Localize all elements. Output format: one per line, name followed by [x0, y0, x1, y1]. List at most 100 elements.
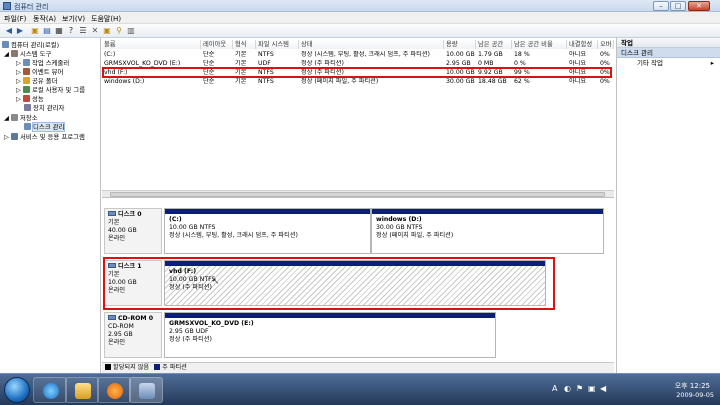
menu-action[interactable]: 동작(A)	[33, 14, 56, 24]
table-cell: 아니요	[569, 78, 587, 85]
table-cell: 단순	[203, 78, 215, 85]
expand-arrow-icon[interactable]: ▷	[16, 77, 23, 85]
column-header[interactable]: 볼륨	[102, 40, 201, 49]
table-row[interactable]: GRMSXVOL_KO_DVD (E:) 단순 기본 UDF 정상 (주 파티션) 2.9…	[102, 60, 614, 68]
tree-task-scheduler[interactable]: ▷ 작업 스케줄러	[16, 59, 69, 68]
tree-shared-folders[interactable]: ▷ 공유 폴더	[16, 77, 58, 86]
menu-help[interactable]: 도움말(H)	[91, 14, 121, 24]
ime-indicator[interactable]: A	[552, 384, 557, 393]
actions-more[interactable]: 기타 작업 ▸	[617, 58, 720, 68]
column-header[interactable]: 상태	[299, 40, 444, 49]
taskbar-computer-management[interactable]	[129, 377, 163, 403]
device-manager-icon	[24, 104, 31, 111]
collapse-arrow-icon[interactable]: ◢	[4, 114, 11, 122]
column-header[interactable]: 오버	[598, 40, 614, 49]
actions-pane: 작업 디스크 관리 기타 작업 ▸	[616, 38, 720, 373]
column-header[interactable]: 레이아웃	[201, 40, 233, 49]
taskbar-media-player[interactable]	[97, 377, 131, 403]
disk-status: 온라인	[108, 235, 126, 242]
list-view-icon[interactable]: ☰	[78, 26, 88, 36]
partition-status: 정상 (페이지 파일, 주 파티션)	[376, 232, 454, 239]
internet-explorer-icon	[43, 383, 59, 399]
search-icon[interactable]: ⚲	[114, 26, 124, 36]
column-header[interactable]: 내결함성	[567, 40, 598, 49]
ime-mode-icon[interactable]: ◐	[564, 384, 571, 393]
disk-status: 온라인	[108, 339, 126, 346]
forward-icon[interactable]: ▶	[15, 26, 25, 36]
flag-icon[interactable]: ⚑	[576, 384, 583, 393]
table-row[interactable]: windows (D:) 단순 기본 NTFS 정상 (페이지 파일, 주 파티션) 30…	[102, 78, 614, 86]
minimize-button[interactable]: –	[653, 1, 669, 11]
tree-event-viewer[interactable]: ▷ 이벤트 뷰어	[16, 68, 63, 77]
partition-f[interactable]: vhd (F:) 10.00 GB NTFS 정상 (주 파티션)	[164, 260, 546, 306]
table-cell: 30.00 GB	[446, 78, 475, 85]
table-cell: 정상 (주 파티션)	[301, 69, 344, 76]
menu-view[interactable]: 보기(V)	[62, 14, 85, 24]
tree-local-users[interactable]: ▷ 로컬 사용자 및 그룹	[16, 86, 85, 95]
collapse-arrow-icon[interactable]: ◢	[4, 50, 11, 58]
tree-services[interactable]: ▷ 서비스 및 응용 프로그램	[4, 133, 85, 142]
taskbar-explorer[interactable]	[65, 377, 99, 403]
network-icon[interactable]: ▣	[588, 384, 596, 393]
partition-e[interactable]: GRMSXVOL_KO_DVD (E:) 2.95 GB UDF 정상 (주 파…	[164, 312, 496, 358]
table-row[interactable]: (C:) 단순 기본 NTFS 정상 (시스템, 부팅, 활성, 크래시 덤프, 주 파…	[102, 51, 614, 59]
properties-sheet-icon[interactable]: ▥	[126, 26, 136, 36]
disk-size: 10.00 GB	[108, 279, 137, 286]
column-header[interactable]: 용량	[444, 40, 476, 49]
start-button[interactable]	[4, 377, 30, 403]
volume-icon[interactable]: ◀	[600, 384, 606, 393]
tree-performance[interactable]: ▷ 성능	[16, 95, 44, 104]
partition-c[interactable]: (C:) 10.00 GB NTFS 정상 (시스템, 부팅, 활성, 크래시 …	[164, 208, 371, 254]
cdrom-0-header[interactable]: CD-ROM 0 CD-ROM 2.95 GB 온라인	[104, 312, 162, 358]
table-cell: 아니요	[569, 69, 587, 76]
submenu-arrow-icon: ▸	[710, 59, 714, 67]
taskbar-ie[interactable]	[33, 377, 67, 403]
expand-arrow-icon[interactable]: ▷	[16, 95, 23, 103]
legend-unallocated: 할당되지 않음	[113, 364, 150, 371]
menu-file[interactable]: 파일(F)	[4, 14, 26, 24]
horizontal-scrollbar[interactable]	[102, 190, 614, 197]
table-cell: 62 %	[514, 78, 530, 85]
disk-1-header[interactable]: 디스크 1 기본 10.00 GB 온라인	[104, 260, 162, 306]
tree-device-manager[interactable]: 장치 관리자	[24, 104, 64, 113]
disk-0-header[interactable]: 디스크 0 기본 40.00 GB 온라인	[104, 208, 162, 254]
expand-arrow-icon[interactable]: ▷	[16, 68, 23, 76]
primary-swatch	[154, 364, 161, 370]
back-icon[interactable]: ◀	[4, 26, 14, 36]
expand-arrow-icon[interactable]: ▷	[16, 59, 23, 67]
table-cell: NTFS	[258, 78, 274, 85]
table-row[interactable]: vhd (F:) 단순 기본 NTFS 정상 (주 파티션) 10.00 GB 9.92 G…	[102, 69, 614, 77]
tree-disk-management[interactable]: 디스크 관리	[24, 122, 66, 132]
open-folder-icon[interactable]: ▣	[102, 26, 112, 36]
console-tree-icon[interactable]: ▤	[42, 26, 52, 36]
tree-storage[interactable]: ◢ 저장소	[4, 114, 38, 123]
clock-icon	[22, 59, 30, 66]
disk-type: 기본	[108, 271, 120, 278]
maximize-button[interactable]: □	[670, 1, 686, 11]
computer-icon	[2, 41, 9, 48]
partition-d[interactable]: windows (D:) 30.00 GB NTFS 정상 (페이지 파일, 주…	[371, 208, 604, 254]
clock-date[interactable]: 2009-09-05	[676, 391, 714, 399]
table-cell: 아니요	[569, 51, 587, 58]
column-header[interactable]: 파일 시스템	[256, 40, 299, 49]
table-cell: 0%	[600, 51, 610, 58]
computer-management-icon	[3, 2, 11, 10]
clock-time[interactable]: 오후 12:25	[675, 381, 710, 391]
scrollbar-thumb[interactable]	[110, 192, 605, 197]
properties-icon[interactable]: ▦	[54, 26, 64, 36]
tree-system-tools[interactable]: ◢ 시스템 도구	[4, 50, 51, 59]
column-header[interactable]: 남은 공간	[476, 40, 512, 49]
expand-arrow-icon[interactable]: ▷	[16, 86, 23, 94]
actions-section-disk-management[interactable]: 디스크 관리	[617, 48, 720, 58]
tree-root[interactable]: 컴퓨터 관리(로컬)	[2, 41, 59, 50]
folder-up-icon[interactable]: ▣	[30, 26, 40, 36]
system-tray: A ◐ ⚑ ▣ ◀ 오후 12:25 2009-09-05	[550, 374, 720, 405]
column-header[interactable]: 남은 공간 비율	[512, 40, 567, 49]
close-button[interactable]: ✕	[688, 1, 710, 11]
delete-icon[interactable]: ✕	[90, 26, 100, 36]
table-cell: 단순	[203, 69, 215, 76]
help-icon[interactable]: ?	[66, 26, 76, 36]
expand-arrow-icon[interactable]: ▷	[4, 133, 11, 141]
volume-name-cell: GRMSXVOL_KO_DVD (E:)	[104, 60, 181, 67]
column-header[interactable]: 형식	[233, 40, 256, 49]
